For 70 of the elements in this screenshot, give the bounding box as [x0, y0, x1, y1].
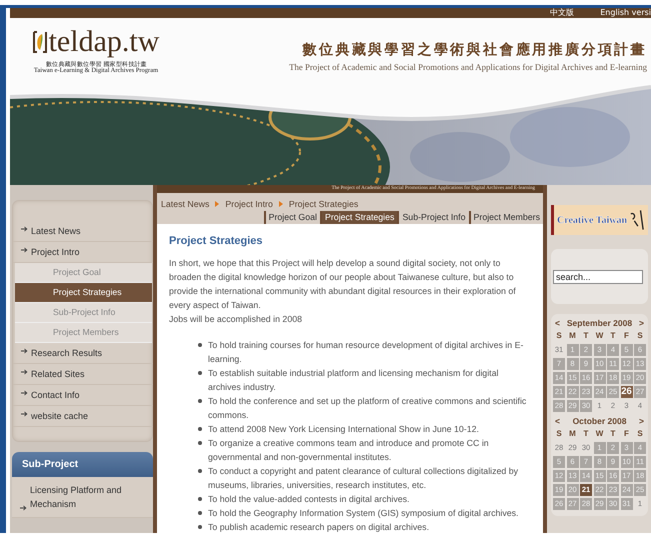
- logo-icon: [32, 31, 47, 53]
- weekday-label: M: [568, 428, 577, 440]
- arrow-icon: [21, 369, 28, 375]
- arrow-icon: [21, 390, 28, 396]
- logo-text: teldap.tw: [48, 27, 160, 57]
- nav-sublink[interactable]: Sub-Project Info: [15, 303, 152, 323]
- list-item: To publish academic research papers on digital archives.: [208, 521, 430, 533]
- bullet-icon: [198, 371, 202, 375]
- list-item: To hold training courses for human resource development of digital archives in E-learning.: [208, 339, 524, 366]
- note-text: Jobs will be accomplished in 2008: [169, 313, 304, 326]
- bullet-icon: [198, 441, 202, 445]
- tab[interactable]: Project Strategies: [320, 211, 398, 224]
- weekday-label: T: [582, 330, 590, 342]
- prev-month-link[interactable]: <: [555, 318, 560, 328]
- arrow-icon: [21, 247, 28, 253]
- next-month-link[interactable]: >: [639, 416, 644, 426]
- weekday-label: F: [623, 330, 630, 342]
- weekday-label: W: [594, 428, 604, 440]
- intro-paragraph: In short, we hope that this Project will help develop a sound digital society, not only to broaden the digital knowledge horizon of our people about Taiwanese culture, but also to provide the international community with abundant digital resources in their exploration of every aspect of Taiwan.: [169, 257, 517, 312]
- breadcrumb-link[interactable]: Latest News: [161, 199, 210, 209]
- list-item: To hold the conference and set up the platform of creative commons and scientific commons.: [208, 395, 528, 422]
- list-item: To hold the value-added contests in digital archives.: [208, 493, 410, 506]
- section-header: Sub-Project: [12, 452, 153, 477]
- arrow-icon: [21, 348, 28, 354]
- list-item: To attend 2008 New York Licensing International Show in June 10-12.: [208, 423, 479, 436]
- bullet-icon: [198, 427, 202, 431]
- language-link[interactable]: English versi: [600, 8, 651, 18]
- arrow-icon: [21, 411, 28, 417]
- bullet-icon: [198, 511, 202, 515]
- prev-month-link[interactable]: <: [555, 416, 560, 426]
- tab[interactable]: Project Members: [468, 211, 543, 224]
- page-heading: Project Strategies: [169, 235, 264, 247]
- weekday-label: S: [636, 428, 644, 440]
- bullet-icon: [198, 399, 202, 403]
- caret-icon: [215, 201, 220, 207]
- nav-sublink[interactable]: Project Members: [15, 323, 152, 343]
- weekday-label: W: [594, 330, 604, 342]
- search-field[interactable]: search...: [553, 270, 643, 284]
- nav-sublink[interactable]: Project Goal: [15, 263, 152, 283]
- bullet-icon: [198, 469, 202, 473]
- weekday-label: F: [623, 428, 630, 440]
- weekday-label: T: [610, 330, 616, 342]
- list-item: To hold the Geography Information System (GIS) symposium of digital archives.: [208, 507, 518, 520]
- nav-sublink[interactable]: Project Strategies: [15, 283, 152, 303]
- tab[interactable]: Sub-Project Info: [397, 211, 469, 224]
- weekday-label: S: [555, 330, 563, 342]
- calendar-day[interactable]: 26: [620, 386, 632, 398]
- caret-icon: [278, 201, 283, 207]
- site-title: 數位典藏與學習之學術與社會應用推廣分項計畫: [302, 41, 647, 59]
- language-link[interactable]: 中文版: [550, 8, 574, 18]
- weekday-label: T: [610, 428, 616, 440]
- bullet-icon: [198, 343, 202, 347]
- breadcrumb-link[interactable]: Project Strategies: [288, 199, 358, 209]
- arrow-icon: [20, 505, 27, 511]
- breadcrumb-link[interactable]: Project Intro: [225, 199, 273, 209]
- weekday-label: T: [582, 428, 590, 440]
- list-item: To establish suitable industrial platform and licensing mechanism for digital archives industry.: [208, 367, 500, 394]
- arrow-icon: [21, 226, 28, 232]
- bullet-icon: [198, 525, 202, 529]
- site-subtitle: The Project of Academic and Social Promotions and Applications for Digital Archives and E-learning: [289, 62, 647, 72]
- weekday-label: M: [568, 330, 577, 342]
- weekday-label: S: [555, 428, 563, 440]
- weekday-label: S: [636, 330, 644, 342]
- creative-taiwan-banner[interactable]: Creative Taiwan: [551, 205, 648, 235]
- next-month-link[interactable]: >: [639, 318, 644, 328]
- list-item: To conduct a copyright and patent clearance of cultural collections digitalized by museums, libraries, universities, research institutes, etc.: [208, 465, 520, 492]
- month-title: October 2008: [572, 416, 626, 426]
- month-title: September 2008: [566, 318, 632, 328]
- bullet-icon: [198, 497, 202, 501]
- list-item: To organize a creative commons team and introduce and promote CC in governmental and non-governmental institutes.: [208, 437, 490, 464]
